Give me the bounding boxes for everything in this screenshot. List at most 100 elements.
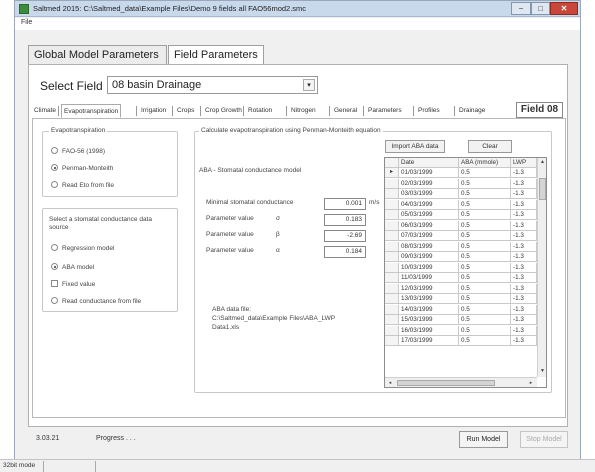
- row-selector[interactable]: [385, 336, 399, 346]
- row-selector[interactable]: [385, 241, 399, 252]
- row-selector[interactable]: [385, 210, 399, 220]
- tab-profiles[interactable]: Profiles: [416, 104, 442, 118]
- grid-column-header[interactable]: ABA (mmole): [459, 158, 511, 168]
- grid-cell-date[interactable]: 05/03/1999: [399, 210, 459, 220]
- grid-cell-aba[interactable]: 0.5: [459, 336, 511, 346]
- row-selector[interactable]: [385, 189, 399, 199]
- scroll-right-icon[interactable]: ▸: [526, 378, 536, 387]
- scroll-left-icon[interactable]: ◂: [385, 378, 395, 387]
- radio-fao56[interactable]: FAO-56 (1998): [51, 147, 105, 155]
- grid-cell-date[interactable]: 01/03/1999: [399, 168, 459, 178]
- radio-aba-model[interactable]: ABA model: [51, 263, 94, 271]
- horizontal-scroll-thumb[interactable]: [397, 380, 495, 386]
- row-selector[interactable]: [385, 304, 399, 315]
- row-selector[interactable]: [385, 325, 399, 336]
- vertical-scroll-thumb[interactable]: [539, 178, 546, 200]
- radio-regression-model[interactable]: Regression model: [51, 244, 114, 252]
- grid-cell-date[interactable]: 10/03/1999: [399, 262, 459, 273]
- grid-cell-aba[interactable]: 0.5: [459, 210, 511, 220]
- grid-cell-lwp[interactable]: -1.3: [511, 262, 537, 273]
- import-aba-data-button[interactable]: Import ABA data: [385, 140, 445, 153]
- radio-read-conductance[interactable]: Read conductance from file: [51, 297, 141, 305]
- row-selector[interactable]: [385, 178, 399, 189]
- checkbox-fixed-value[interactable]: Fixed value: [51, 280, 95, 288]
- row-selector[interactable]: [385, 252, 399, 262]
- grid-cell-aba[interactable]: 0.5: [459, 304, 511, 315]
- grid-cell-date[interactable]: 16/03/1999: [399, 325, 459, 336]
- grid-cell-date[interactable]: 11/03/1999: [399, 273, 459, 283]
- grid-cell-lwp[interactable]: -1.3: [511, 220, 537, 231]
- grid-cell-aba[interactable]: 0.5: [459, 220, 511, 231]
- horizontal-scrollbar[interactable]: ◂ ▸: [385, 377, 537, 387]
- vertical-scrollbar[interactable]: ▲ ▼: [537, 158, 546, 377]
- minimize-button[interactable]: −: [511, 2, 531, 15]
- grid-cell-date[interactable]: 07/03/1999: [399, 231, 459, 241]
- maximize-button[interactable]: □: [531, 2, 550, 15]
- param-value-input[interactable]: -2.69: [324, 230, 366, 242]
- close-button[interactable]: ✕: [550, 2, 578, 15]
- radio-penman-monteith[interactable]: Penman-Monteith: [51, 164, 113, 172]
- chevron-down-icon[interactable]: ▾: [303, 79, 315, 91]
- grid-cell-aba[interactable]: 0.5: [459, 252, 511, 262]
- grid-cell-aba[interactable]: 0.5: [459, 283, 511, 294]
- param-value-input[interactable]: 0.183: [324, 214, 366, 226]
- tab-general[interactable]: General: [332, 104, 359, 118]
- grid-cell-date[interactable]: 12/03/1999: [399, 283, 459, 294]
- grid-cell-date[interactable]: 04/03/1999: [399, 199, 459, 210]
- row-selector[interactable]: [385, 199, 399, 210]
- row-selector[interactable]: ▸: [385, 168, 399, 178]
- grid-cell-lwp[interactable]: -1.3: [511, 231, 537, 241]
- grid-cell-aba[interactable]: 0.5: [459, 231, 511, 241]
- grid-cell-aba[interactable]: 0.5: [459, 199, 511, 210]
- tab-field-parameters[interactable]: Field Parameters: [168, 45, 264, 64]
- tab-parameters[interactable]: Parameters: [366, 104, 404, 118]
- scroll-up-icon[interactable]: ▲: [538, 158, 546, 167]
- grid-cell-date[interactable]: 02/03/1999: [399, 178, 459, 189]
- grid-cell-lwp[interactable]: -1.3: [511, 283, 537, 294]
- param-value-input[interactable]: 0.001: [324, 198, 366, 210]
- tab-irrigation[interactable]: Irrigation: [139, 104, 168, 118]
- grid-cell-date[interactable]: 14/03/1999: [399, 304, 459, 315]
- grid-cell-lwp[interactable]: -1.3: [511, 199, 537, 210]
- row-selector[interactable]: [385, 283, 399, 294]
- row-selector[interactable]: [385, 273, 399, 283]
- tab-crop-growth[interactable]: Crop Growth: [203, 104, 244, 118]
- grid-cell-date[interactable]: 17/03/1999: [399, 336, 459, 346]
- grid-cell-date[interactable]: 09/03/1999: [399, 252, 459, 262]
- row-selector[interactable]: [385, 220, 399, 231]
- tab-crops[interactable]: Crops: [175, 104, 196, 118]
- grid-cell-aba[interactable]: 0.5: [459, 262, 511, 273]
- clear-button[interactable]: Clear: [468, 140, 512, 153]
- grid-cell-lwp[interactable]: -1.3: [511, 178, 537, 189]
- tab-climate[interactable]: Climate: [32, 104, 58, 118]
- row-selector[interactable]: [385, 231, 399, 241]
- grid-cell-aba[interactable]: 0.5: [459, 294, 511, 304]
- grid-cell-aba[interactable]: 0.5: [459, 168, 511, 178]
- aba-data-grid[interactable]: Date ABA (mmole) LWP ▸ 01/03/1999 0.5 -1.3 02/0…: [384, 157, 547, 388]
- grid-cell-lwp[interactable]: -1.3: [511, 189, 537, 199]
- grid-cell-date[interactable]: 08/03/1999: [399, 241, 459, 252]
- run-model-button[interactable]: Run Model: [459, 431, 508, 448]
- grid-cell-lwp[interactable]: -1.3: [511, 304, 537, 315]
- grid-cell-date[interactable]: 03/03/1999: [399, 189, 459, 199]
- grid-cell-lwp[interactable]: -1.3: [511, 168, 537, 178]
- grid-cell-aba[interactable]: 0.5: [459, 315, 511, 325]
- grid-cell-date[interactable]: 06/03/1999: [399, 220, 459, 231]
- grid-cell-lwp[interactable]: -1.3: [511, 315, 537, 325]
- grid-column-header[interactable]: LWP: [511, 158, 537, 168]
- row-selector[interactable]: [385, 315, 399, 325]
- stop-model-button[interactable]: Stop Model: [520, 431, 568, 448]
- grid-column-header[interactable]: Date: [399, 158, 459, 168]
- row-selector[interactable]: [385, 262, 399, 273]
- menu-file[interactable]: File: [21, 19, 32, 26]
- tab-rotation[interactable]: Rotation: [246, 104, 274, 118]
- grid-cell-lwp[interactable]: -1.3: [511, 241, 537, 252]
- grid-cell-aba[interactable]: 0.5: [459, 178, 511, 189]
- grid-cell-lwp[interactable]: -1.3: [511, 252, 537, 262]
- grid-cell-lwp[interactable]: -1.3: [511, 210, 537, 220]
- row-selector[interactable]: [385, 294, 399, 304]
- tab-drainage[interactable]: Drainage: [457, 104, 487, 118]
- grid-cell-lwp[interactable]: -1.3: [511, 336, 537, 346]
- grid-cell-lwp[interactable]: -1.3: [511, 294, 537, 304]
- grid-cell-date[interactable]: 13/03/1999: [399, 294, 459, 304]
